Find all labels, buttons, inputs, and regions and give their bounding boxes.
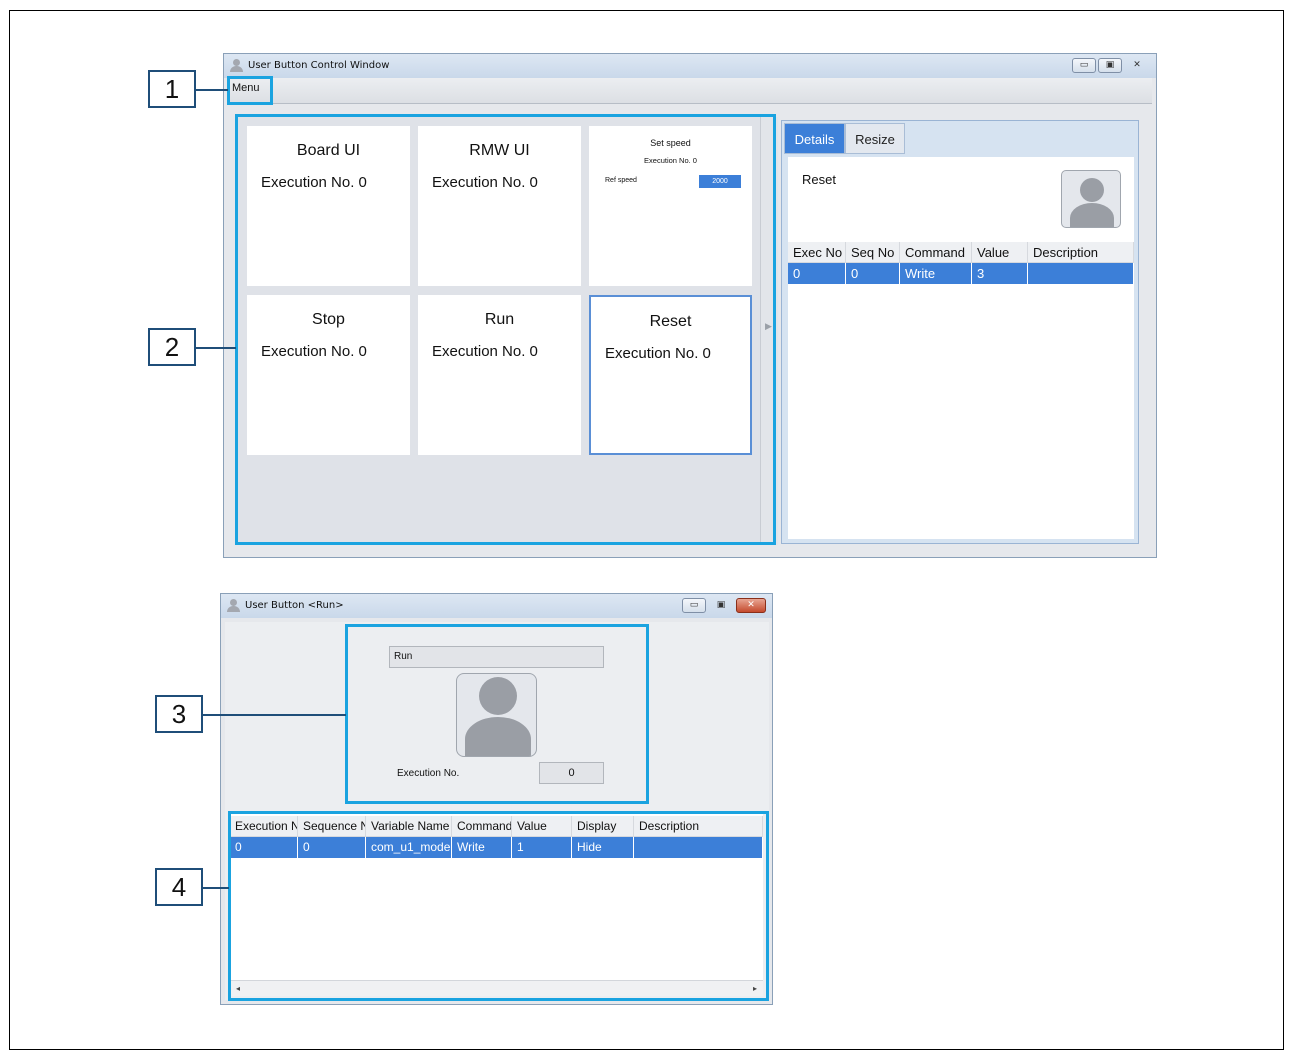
cell-description <box>1028 263 1134 284</box>
details-panel: Details Resize Reset Exec No Seq No Comm… <box>781 120 1139 544</box>
column-header[interactable]: Display <box>572 816 634 837</box>
cell-value: 1 <box>512 837 572 858</box>
table-header: Exec No Seq No Command Value Description <box>788 242 1134 263</box>
minimize-button[interactable]: ▭ <box>682 598 706 613</box>
execution-number: Execution No. 0 <box>432 343 538 360</box>
callout-leader-2 <box>196 347 236 349</box>
execution-number: Execution No. 0 <box>605 345 711 362</box>
detail-name: Reset <box>802 172 836 187</box>
column-header[interactable]: Value <box>972 242 1028 263</box>
panel-splitter[interactable]: ▶ <box>760 117 778 545</box>
user-button-rmw-ui[interactable]: RMW UI Execution No. 0 <box>418 126 581 286</box>
user-icon <box>227 599 240 612</box>
button-name-field[interactable]: Run <box>389 646 604 668</box>
column-header[interactable]: Sequence N <box>298 816 366 837</box>
expand-arrow-icon[interactable]: ▶ <box>765 322 772 332</box>
cell-description <box>634 837 763 858</box>
user-button-stop[interactable]: Stop Execution No. 0 <box>247 295 410 455</box>
callout-leader-4 <box>203 887 229 889</box>
column-header[interactable]: Exec No <box>788 242 846 263</box>
execution-number: Execution No. 0 <box>644 156 697 165</box>
window-buttons: ▭ ▣ ✕ <box>1072 58 1150 73</box>
ref-speed-value[interactable]: 2000 <box>699 175 741 188</box>
table-row[interactable]: 0 0 com_u1_mode Write 1 Hide <box>230 837 763 858</box>
column-header[interactable]: Description <box>1028 242 1134 263</box>
column-header[interactable]: Description <box>634 816 763 837</box>
column-header[interactable]: Command <box>452 816 512 837</box>
window-buttons: ▭ ▣ ✕ <box>682 598 766 613</box>
title-bar: User Button <Run> ▭ ▣ ✕ <box>221 594 772 618</box>
callout-3: 3 <box>155 695 203 733</box>
cell-display: Hide <box>572 837 634 858</box>
cell-value: 3 <box>972 263 1028 284</box>
button-title: Reset <box>649 313 692 330</box>
cell-seq-no: 0 <box>846 263 900 284</box>
callout-1: 1 <box>148 70 196 108</box>
cell-exec-no: 0 <box>788 263 846 284</box>
table-row[interactable]: 0 0 Write 3 <box>788 263 1134 284</box>
scroll-right-icon[interactable]: ▸ <box>748 981 762 996</box>
table-header: Execution N Sequence N Variable Name Com… <box>230 816 763 837</box>
sequence-table: Execution N Sequence N Variable Name Com… <box>230 814 763 996</box>
horizontal-scrollbar[interactable]: ◂ ▸ <box>230 980 763 996</box>
execution-number-label: Execution No. <box>397 768 460 779</box>
window-title: User Button Control Window <box>248 60 390 71</box>
column-header[interactable]: Seq No <box>846 242 900 263</box>
ref-speed-label: Ref speed <box>605 177 637 184</box>
maximize-button[interactable]: ▣ <box>708 598 734 613</box>
button-title: Run <box>484 311 515 328</box>
menu-item[interactable]: Menu <box>232 82 260 94</box>
callout-leader-1 <box>196 89 228 91</box>
avatar-icon[interactable] <box>456 673 537 757</box>
close-button[interactable]: ✕ <box>1124 58 1150 73</box>
tab-resize[interactable]: Resize <box>845 123 905 154</box>
user-button-reset[interactable]: Reset Execution No. 0 <box>589 295 752 455</box>
title-bar: User Button Control Window ▭ ▣ ✕ <box>224 54 1156 78</box>
cell-command: Write <box>452 837 512 858</box>
execution-number: Execution No. 0 <box>261 343 367 360</box>
scroll-left-icon[interactable]: ◂ <box>231 981 245 996</box>
window-title: User Button <Run> <box>245 600 344 611</box>
cell-command: Write <box>900 263 972 284</box>
button-grid: Board UI Execution No. 0 RMW UI Executio… <box>237 117 773 545</box>
column-header[interactable]: Command <box>900 242 972 263</box>
user-button-board-ui[interactable]: Board UI Execution No. 0 <box>247 126 410 286</box>
cell-execution-no: 0 <box>230 837 298 858</box>
execution-number: Execution No. 0 <box>432 174 538 191</box>
user-button-set-speed[interactable]: Set speed Execution No. 0 Ref speed 2000 <box>589 126 752 286</box>
button-title: Board UI <box>296 142 361 159</box>
column-header[interactable]: Variable Name <box>366 816 452 837</box>
callout-leader-3 <box>203 714 346 716</box>
maximize-button[interactable]: ▣ <box>1098 58 1122 73</box>
button-title: Stop <box>312 311 345 328</box>
execution-number-value: 0 <box>539 762 604 784</box>
close-button[interactable]: ✕ <box>736 598 766 613</box>
minimize-button[interactable]: ▭ <box>1072 58 1096 73</box>
column-header[interactable]: Value <box>512 816 572 837</box>
cell-variable-name: com_u1_mode <box>366 837 452 858</box>
avatar-icon <box>1061 170 1121 228</box>
menu-bar: Menu <box>228 78 1152 104</box>
user-button-run[interactable]: Run Execution No. 0 <box>418 295 581 455</box>
column-header[interactable]: Execution N <box>230 816 298 837</box>
cell-sequence-no: 0 <box>298 837 366 858</box>
user-icon <box>230 59 243 72</box>
callout-4: 4 <box>155 868 203 906</box>
callout-2: 2 <box>148 328 196 366</box>
button-title: RMW UI <box>469 142 530 159</box>
execution-number: Execution No. 0 <box>261 174 367 191</box>
user-button-control-window: User Button Control Window ▭ ▣ ✕ Menu Bo… <box>223 53 1157 558</box>
tab-details[interactable]: Details <box>784 123 845 154</box>
details-content: Reset Exec No Seq No Command Value Descr… <box>788 157 1134 539</box>
button-title: Set speed <box>650 138 691 148</box>
